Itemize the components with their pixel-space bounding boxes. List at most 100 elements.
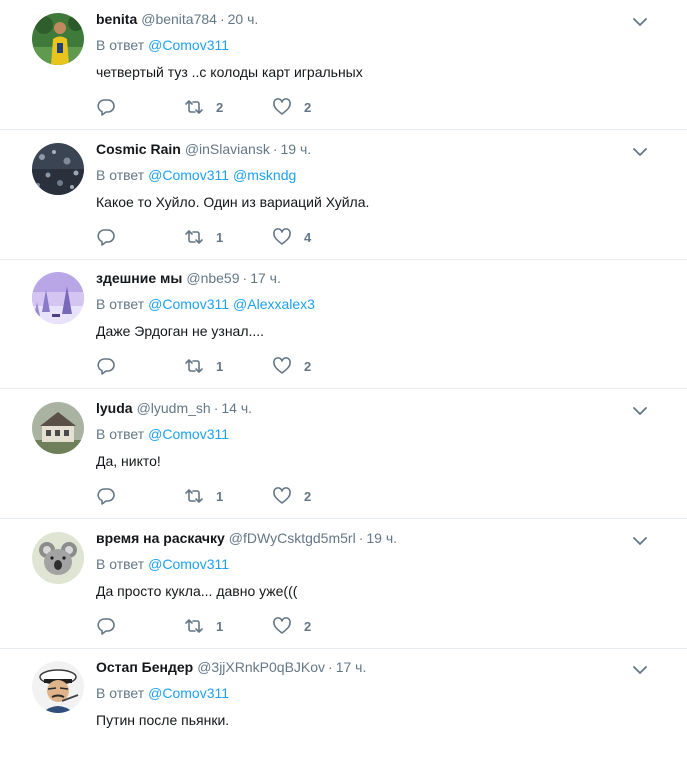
tweet[interactable]: Остап Бендер @3jjXRnkP0qBJKov · 17 ч. В отв… xyxy=(0,648,687,778)
tweet-text: четвертый туз ..с колоды карт игральных xyxy=(96,64,363,80)
avatar[interactable] xyxy=(32,272,84,324)
chevron-down-icon xyxy=(633,666,647,674)
mention-link[interactable]: @mskndg xyxy=(233,167,296,183)
mention-link[interactable]: @Comov311 xyxy=(148,685,229,701)
more-options-button[interactable] xyxy=(630,12,650,32)
retweet-button[interactable]: 1 xyxy=(184,486,223,506)
tweet-header: здешние мы @nbe59 · 17 ч. xyxy=(96,269,281,287)
display-name[interactable]: benita xyxy=(96,11,137,27)
tweet[interactable]: lyuda @lyudm_sh · 14 ч. В ответ @Comov311 Да… xyxy=(0,389,687,519)
timestamp[interactable]: 14 ч. xyxy=(221,400,252,416)
retweet-button[interactable]: 1 xyxy=(184,616,223,636)
retweet-button[interactable]: 2 xyxy=(184,97,223,117)
tweet[interactable]: benita @benita784 · 20 ч. В ответ @Comov311 … xyxy=(0,0,687,130)
mention-link[interactable]: @Comov311 xyxy=(148,37,229,53)
reply-button[interactable] xyxy=(96,616,116,636)
chevron-down-icon xyxy=(633,18,647,26)
more-options-button[interactable] xyxy=(630,660,650,680)
like-button[interactable]: 4 xyxy=(272,227,311,247)
mention-link[interactable]: @Comov311 xyxy=(148,167,229,183)
retweet-icon xyxy=(185,230,203,244)
heart-icon xyxy=(273,487,291,504)
retweet-icon xyxy=(185,489,203,503)
user-handle[interactable]: @3jjXRnkP0qBJKov xyxy=(197,659,325,675)
display-name[interactable]: здешние мы xyxy=(96,270,182,286)
tweet-header: время на раскачку @fDWyCsktgd5m5rl · 19 ч. xyxy=(96,529,397,547)
avatar[interactable] xyxy=(32,143,84,195)
reply-icon xyxy=(97,99,115,116)
retweet-count: 1 xyxy=(216,358,224,374)
user-handle[interactable]: @nbe59 xyxy=(186,270,239,286)
tweet-text: Какое то Хуйло. Один из вариаций Хуйла. xyxy=(96,194,370,210)
separator-dot: · xyxy=(242,270,248,286)
display-name[interactable]: Остап Бендер xyxy=(96,659,193,675)
like-count: 2 xyxy=(304,99,312,115)
display-name[interactable]: lyuda xyxy=(96,400,133,416)
avatar[interactable] xyxy=(32,661,84,713)
like-button[interactable]: 2 xyxy=(272,356,311,376)
reply-icon xyxy=(97,488,115,505)
mention-link[interactable]: @Comov311 xyxy=(148,426,229,442)
display-name[interactable]: время на раскачку xyxy=(96,530,225,546)
retweet-count: 2 xyxy=(216,99,224,115)
purple-winter-landscape-avatar xyxy=(32,272,84,324)
timestamp[interactable]: 17 ч. xyxy=(336,659,367,675)
timestamp[interactable]: 17 ч. xyxy=(250,270,281,286)
rain-drops-avatar xyxy=(32,143,84,195)
tweet-actions: 1 2 xyxy=(96,616,396,636)
avatar[interactable] xyxy=(32,13,84,65)
tweet-header: Cosmic Rain @inSlaviansk · 19 ч. xyxy=(96,140,311,158)
tweet-actions: 1 2 xyxy=(96,356,396,376)
display-name[interactable]: Cosmic Rain xyxy=(96,141,181,157)
user-handle[interactable]: @benita784 xyxy=(141,11,217,27)
separator-dot: · xyxy=(328,659,333,675)
like-button[interactable]: 2 xyxy=(272,616,311,636)
reply-button[interactable] xyxy=(96,227,116,247)
heart-icon xyxy=(273,98,291,115)
tweet[interactable]: здешние мы @nbe59 · 17 ч. В ответ @Comov311 @… xyxy=(0,259,687,389)
timestamp[interactable]: 20 ч. xyxy=(228,11,259,27)
retweet-count: 1 xyxy=(216,488,224,504)
like-count: 2 xyxy=(304,488,312,504)
tweet-actions: 1 2 xyxy=(96,486,396,506)
more-options-button[interactable] xyxy=(630,401,650,421)
timestamp[interactable]: 19 ч. xyxy=(281,141,312,157)
retweet-button[interactable]: 1 xyxy=(184,356,223,376)
user-handle[interactable]: @lyudm_sh xyxy=(137,400,211,416)
retweet-icon xyxy=(185,100,203,114)
tweet-text: Даже Эрдоган не узнал.... xyxy=(96,323,265,339)
like-count: 2 xyxy=(304,618,312,634)
reply-button[interactable] xyxy=(96,486,116,506)
retweet-count: 1 xyxy=(216,618,224,634)
tweet-text: Да, никто! xyxy=(96,453,161,469)
avatar[interactable] xyxy=(32,402,84,454)
tweet-header: Остап Бендер @3jjXRnkP0qBJKov · 17 ч. xyxy=(96,658,366,676)
reply-button[interactable] xyxy=(96,356,116,376)
reply-context: В ответ @Comov311 xyxy=(96,684,229,702)
tweet-text: Да просто кукла... давно уже((( xyxy=(96,583,298,599)
mention-link[interactable]: @Comov311 xyxy=(148,296,229,312)
separator-dot: · xyxy=(213,400,219,416)
tweet[interactable]: Cosmic Rain @inSlaviansk · 19 ч. В ответ @Co… xyxy=(0,130,687,260)
user-handle[interactable]: @fDWyCsktgd5m5rl xyxy=(229,530,356,546)
like-button[interactable]: 2 xyxy=(272,97,311,117)
reply-prefix: В ответ xyxy=(96,685,145,701)
person-in-yellow-on-green-avatar xyxy=(32,13,84,65)
user-handle[interactable]: @inSlaviansk xyxy=(185,141,270,157)
tweet-actions: 1 4 xyxy=(96,227,396,247)
more-options-button[interactable] xyxy=(630,142,650,162)
reply-button[interactable] xyxy=(96,97,116,117)
mention-link[interactable]: @Comov311 xyxy=(148,556,229,572)
retweet-button[interactable]: 1 xyxy=(184,227,223,247)
retweet-count: 1 xyxy=(216,229,224,245)
like-button[interactable]: 2 xyxy=(272,486,311,506)
timestamp[interactable]: 19 ч. xyxy=(366,530,397,546)
tweet[interactable]: время на раскачку @fDWyCsktgd5m5rl · 19 ч. … xyxy=(0,519,687,649)
avatar[interactable] xyxy=(32,532,84,584)
heart-icon xyxy=(273,617,291,634)
tweet-header: lyuda @lyudm_sh · 14 ч. xyxy=(96,399,252,417)
more-options-button[interactable] xyxy=(630,531,650,551)
tweet-feed: benita @benita784 · 20 ч. В ответ @Comov311 … xyxy=(0,0,687,731)
mention-link[interactable]: @Alexxalex3 xyxy=(233,296,315,312)
chevron-down-icon xyxy=(633,148,647,156)
